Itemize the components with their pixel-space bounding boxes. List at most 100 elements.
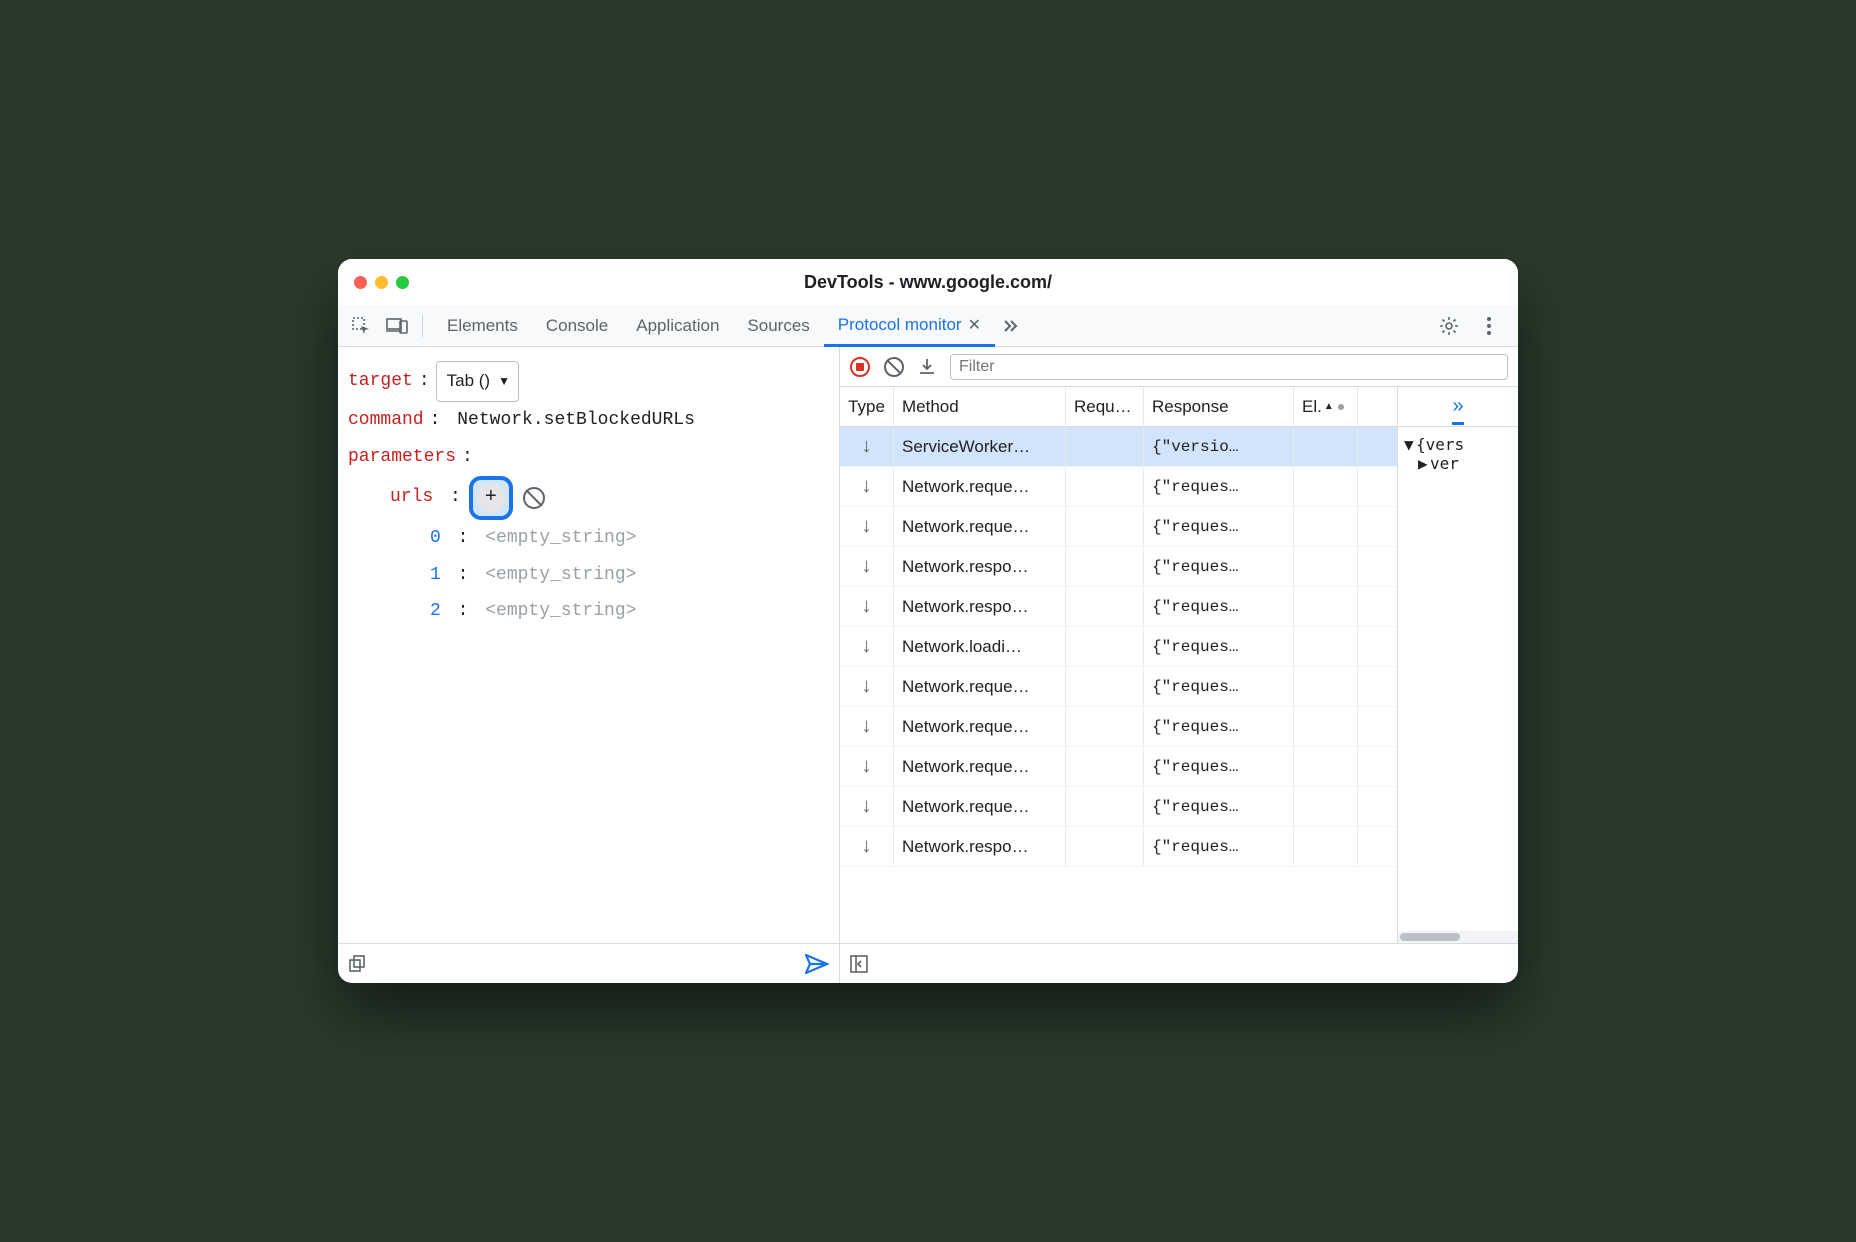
more-tabs-icon[interactable]: » [1452, 395, 1463, 425]
tab-label: Elements [447, 316, 518, 336]
cell-elapsed [1294, 547, 1358, 586]
cell-type: ↓ [840, 787, 894, 826]
cell-type: ↓ [840, 667, 894, 706]
clear-items-button[interactable] [523, 487, 545, 509]
table-row[interactable]: ↓Network.reque…{"reques… [840, 667, 1397, 707]
url-value[interactable]: <empty_string> [485, 520, 636, 557]
cell-response: {"reques… [1144, 627, 1294, 666]
save-icon[interactable] [918, 358, 936, 376]
cell-type: ↓ [840, 707, 894, 746]
detail-pane: » ▼{vers ▶ver [1398, 387, 1518, 943]
window-title: DevTools - www.google.com/ [338, 272, 1518, 293]
tree-child[interactable]: ▶ver [1404, 454, 1512, 473]
toggle-drawer-icon[interactable] [850, 955, 868, 973]
close-window-button[interactable] [354, 276, 367, 289]
status-dot-icon [1338, 404, 1344, 410]
table-row[interactable]: ↓Network.reque…{"reques… [840, 787, 1397, 827]
cell-method: Network.respo… [894, 587, 1066, 626]
cell-elapsed [1294, 707, 1358, 746]
col-type[interactable]: Type [840, 387, 894, 426]
arrow-down-icon: ↓ [862, 515, 872, 538]
protocol-toolbar [840, 347, 1518, 387]
tree-root-label: {vers [1416, 435, 1464, 454]
arrow-down-icon: ↓ [862, 435, 872, 458]
command-value[interactable]: Network.setBlockedURLs [457, 402, 695, 439]
table-row[interactable]: ↓Network.respo…{"reques… [840, 827, 1397, 867]
url-value[interactable]: <empty_string> [485, 593, 636, 630]
cell-type: ↓ [840, 747, 894, 786]
cell-response: {"reques… [1144, 507, 1294, 546]
table-row[interactable]: ↓Network.loadi…{"reques… [840, 627, 1397, 667]
send-command-button[interactable] [805, 954, 829, 974]
tab-elements[interactable]: Elements [433, 305, 532, 347]
url-index: 1 [430, 557, 441, 594]
record-button[interactable] [850, 357, 870, 377]
filter-input[interactable] [950, 354, 1508, 380]
cell-response: {"reques… [1144, 707, 1294, 746]
cell-request [1066, 467, 1144, 506]
protocol-bottom-bar [840, 943, 1518, 983]
cell-method: Network.reque… [894, 507, 1066, 546]
cell-request [1066, 787, 1144, 826]
scrollbar-thumb[interactable] [1400, 933, 1460, 941]
col-request[interactable]: Requ… [1066, 387, 1144, 426]
detail-body: ▼{vers ▶ver [1398, 427, 1518, 931]
table-row[interactable]: ↓Network.reque…{"reques… [840, 467, 1397, 507]
cell-elapsed [1294, 467, 1358, 506]
plus-icon: + [476, 483, 506, 513]
add-item-button[interactable]: + [469, 476, 513, 520]
inspect-element-icon[interactable] [346, 311, 376, 341]
urls-label: urls [390, 479, 433, 516]
cell-response: {"reques… [1144, 747, 1294, 786]
cell-request [1066, 707, 1144, 746]
arrow-down-icon: ↓ [862, 715, 872, 738]
table-row[interactable]: ↓ Network.reque… {"reques… [840, 707, 1397, 747]
table-row[interactable]: ↓Network.respo…{"reques… [840, 587, 1397, 627]
copy-icon[interactable] [348, 955, 366, 973]
command-editor-pane: target: Tab () ▼ command: Network.setBlo… [338, 347, 840, 983]
tab-sources[interactable]: Sources [733, 305, 823, 347]
detail-h-scrollbar[interactable] [1398, 931, 1518, 943]
table-row[interactable]: ↓ Network.reque… {"reques… [840, 507, 1397, 547]
url-value[interactable]: <empty_string> [485, 557, 636, 594]
cell-method: Network.reque… [894, 747, 1066, 786]
table-row[interactable]: ↓ServiceWorker…{"versio… [840, 427, 1397, 467]
clear-button[interactable] [884, 357, 904, 377]
cell-elapsed [1294, 587, 1358, 626]
tab-label: Console [546, 316, 608, 336]
arrow-down-icon: ↓ [862, 635, 872, 658]
table-row[interactable]: ↓Network.respo…{"reques… [840, 547, 1397, 587]
window-controls [354, 276, 409, 289]
tree-root[interactable]: ▼{vers [1404, 435, 1512, 454]
device-toolbar-icon[interactable] [382, 311, 412, 341]
col-elapsed[interactable]: El.▲ [1294, 387, 1358, 426]
cell-elapsed [1294, 507, 1358, 546]
tab-application[interactable]: Application [622, 305, 733, 347]
minimize-window-button[interactable] [375, 276, 388, 289]
url-item-row: 1 : <empty_string> [348, 557, 829, 594]
arrow-down-icon: ↓ [862, 675, 872, 698]
col-response[interactable]: Response [1144, 387, 1294, 426]
tab-label: Application [636, 316, 719, 336]
settings-icon[interactable] [1434, 311, 1464, 341]
more-tabs-icon[interactable] [995, 311, 1025, 341]
table-row[interactable]: ↓Network.reque… {"reques… [840, 747, 1397, 787]
maximize-window-button[interactable] [396, 276, 409, 289]
tab-console[interactable]: Console [532, 305, 622, 347]
tab-protocol-monitor[interactable]: Protocol monitor ✕ [824, 305, 995, 347]
arrow-down-icon: ↓ [862, 555, 872, 578]
cell-request [1066, 547, 1144, 586]
target-select[interactable]: Tab () ▼ [436, 361, 519, 402]
cell-type: ↓ [840, 627, 894, 666]
close-tab-icon[interactable]: ✕ [968, 315, 981, 335]
cell-elapsed [1294, 667, 1358, 706]
arrow-down-icon: ↓ [862, 595, 872, 618]
kebab-menu-icon[interactable] [1474, 311, 1504, 341]
main-tabbar: Elements Console Application Sources Pro… [338, 305, 1518, 347]
urls-row: urls : + [348, 476, 829, 520]
col-method[interactable]: Method [894, 387, 1066, 426]
tabbar-divider [422, 315, 423, 337]
parameters-label: parameters [348, 439, 456, 476]
tab-label: Protocol monitor [838, 315, 962, 335]
cell-method: Network.reque… [894, 707, 1066, 746]
